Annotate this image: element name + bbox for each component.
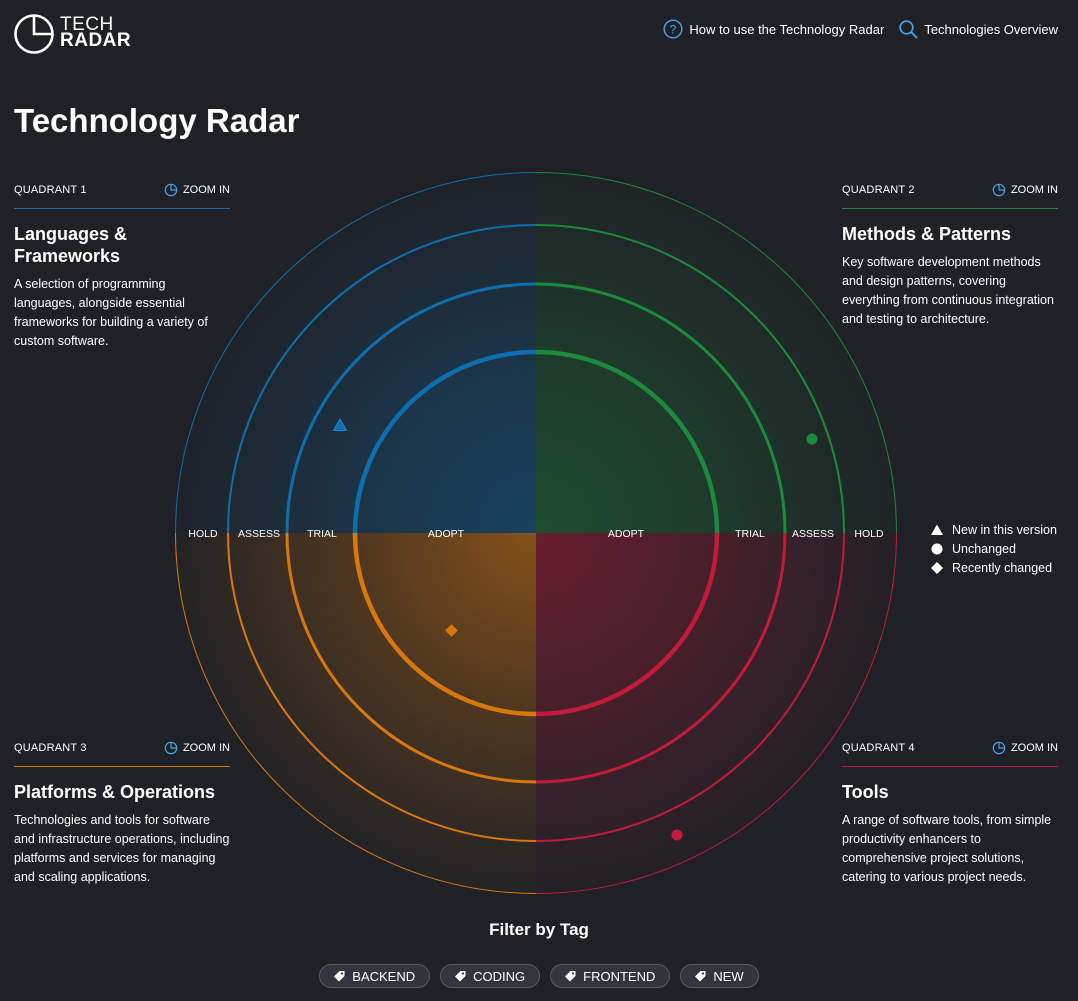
tag-filter-frontend[interactable]: FRONTEND <box>550 964 671 988</box>
tag-label: FRONTEND <box>583 968 656 984</box>
tag-icon <box>334 971 345 982</box>
legend-label: New in this version <box>952 522 1057 537</box>
quadrant-4-sector[interactable] <box>536 533 897 894</box>
header: TECH RADAR ? How to use the Technology R… <box>0 0 1078 60</box>
ring-label-trial-right: TRIAL <box>735 528 765 540</box>
blip-unchanged-circle[interactable] <box>671 829 683 841</box>
ring-label-assess-right: ASSESS <box>792 528 834 540</box>
nav-technologies-overview-link[interactable]: Technologies Overview <box>898 19 1058 39</box>
tag-label: CODING <box>473 968 526 984</box>
quadrant-3-sector[interactable] <box>175 533 536 894</box>
tag-label: BACKEND <box>352 968 416 984</box>
pie-chart-icon <box>992 183 1006 197</box>
blip-legend: New in this version Unchanged Recently c… <box>930 520 1057 577</box>
legend-item-changed: Recently changed <box>930 558 1057 577</box>
nav-how-to-use-link[interactable]: ? How to use the Technology Radar <box>663 19 884 39</box>
tag-filter-new[interactable]: NEW <box>680 964 759 988</box>
triangle-icon <box>931 524 943 535</box>
zoom-in-label: ZOOM IN <box>1010 184 1058 196</box>
ring-label-adopt-left: ADOPT <box>428 528 465 540</box>
quadrant-number: QUADRANT 1 <box>14 184 87 196</box>
tag-icon <box>455 971 466 982</box>
radar-logo-icon <box>14 14 54 54</box>
legend-item-unchanged: Unchanged <box>930 539 1057 558</box>
zoom-in-button[interactable]: ZOOM IN <box>992 183 1058 197</box>
ring-label-hold-right: HOLD <box>854 528 884 540</box>
legend-item-new: New in this version <box>930 520 1057 539</box>
ring-label-assess-left: ASSESS <box>238 528 280 540</box>
circle-icon <box>931 543 943 554</box>
diamond-icon <box>931 561 943 574</box>
quadrant-1-sector[interactable] <box>175 172 536 533</box>
tag-icon <box>695 971 706 982</box>
page-title: Technology Radar <box>14 102 300 139</box>
tag-filter-coding[interactable]: CODING <box>440 964 541 988</box>
radar-chart: HOLD ASSESS TRIAL ADOPT ADOPT TRIAL ASSE… <box>175 172 897 894</box>
ring-label-hold-left: HOLD <box>188 528 218 540</box>
ring-label-adopt-right: ADOPT <box>608 528 645 540</box>
logo-text: TECH RADAR <box>60 15 132 51</box>
nav-how-to-use-label: How to use the Technology Radar <box>689 21 885 37</box>
blip-unchanged-circle[interactable] <box>806 433 818 445</box>
quadrant-2-sector[interactable] <box>536 172 897 533</box>
search-icon <box>899 20 918 39</box>
tag-filter-list: BACKEND CODING FRONTEND NEW <box>0 964 1078 988</box>
legend-label: Recently changed <box>952 560 1053 575</box>
svg-text:?: ? <box>670 22 677 36</box>
zoom-in-button[interactable]: ZOOM IN <box>992 741 1058 755</box>
nav-technologies-overview-label: Technologies Overview <box>924 21 1058 37</box>
tech-radar-logo[interactable]: TECH RADAR <box>14 13 131 57</box>
tag-label: NEW <box>713 968 744 984</box>
logo-line-radar: RADAR <box>60 30 132 51</box>
tag-filter-backend[interactable]: BACKEND <box>319 964 431 988</box>
tag-icon <box>565 971 576 982</box>
zoom-in-label: ZOOM IN <box>1010 742 1058 754</box>
header-nav: ? How to use the Technology Radar Techno… <box>663 19 1058 39</box>
ring-label-trial-left: TRIAL <box>307 528 337 540</box>
filter-title: Filter by Tag <box>489 920 589 939</box>
legend-label: Unchanged <box>952 541 1016 556</box>
quadrant-number: QUADRANT 3 <box>14 742 87 754</box>
pie-chart-icon <box>992 741 1006 755</box>
help-circle-icon: ? <box>663 19 683 39</box>
